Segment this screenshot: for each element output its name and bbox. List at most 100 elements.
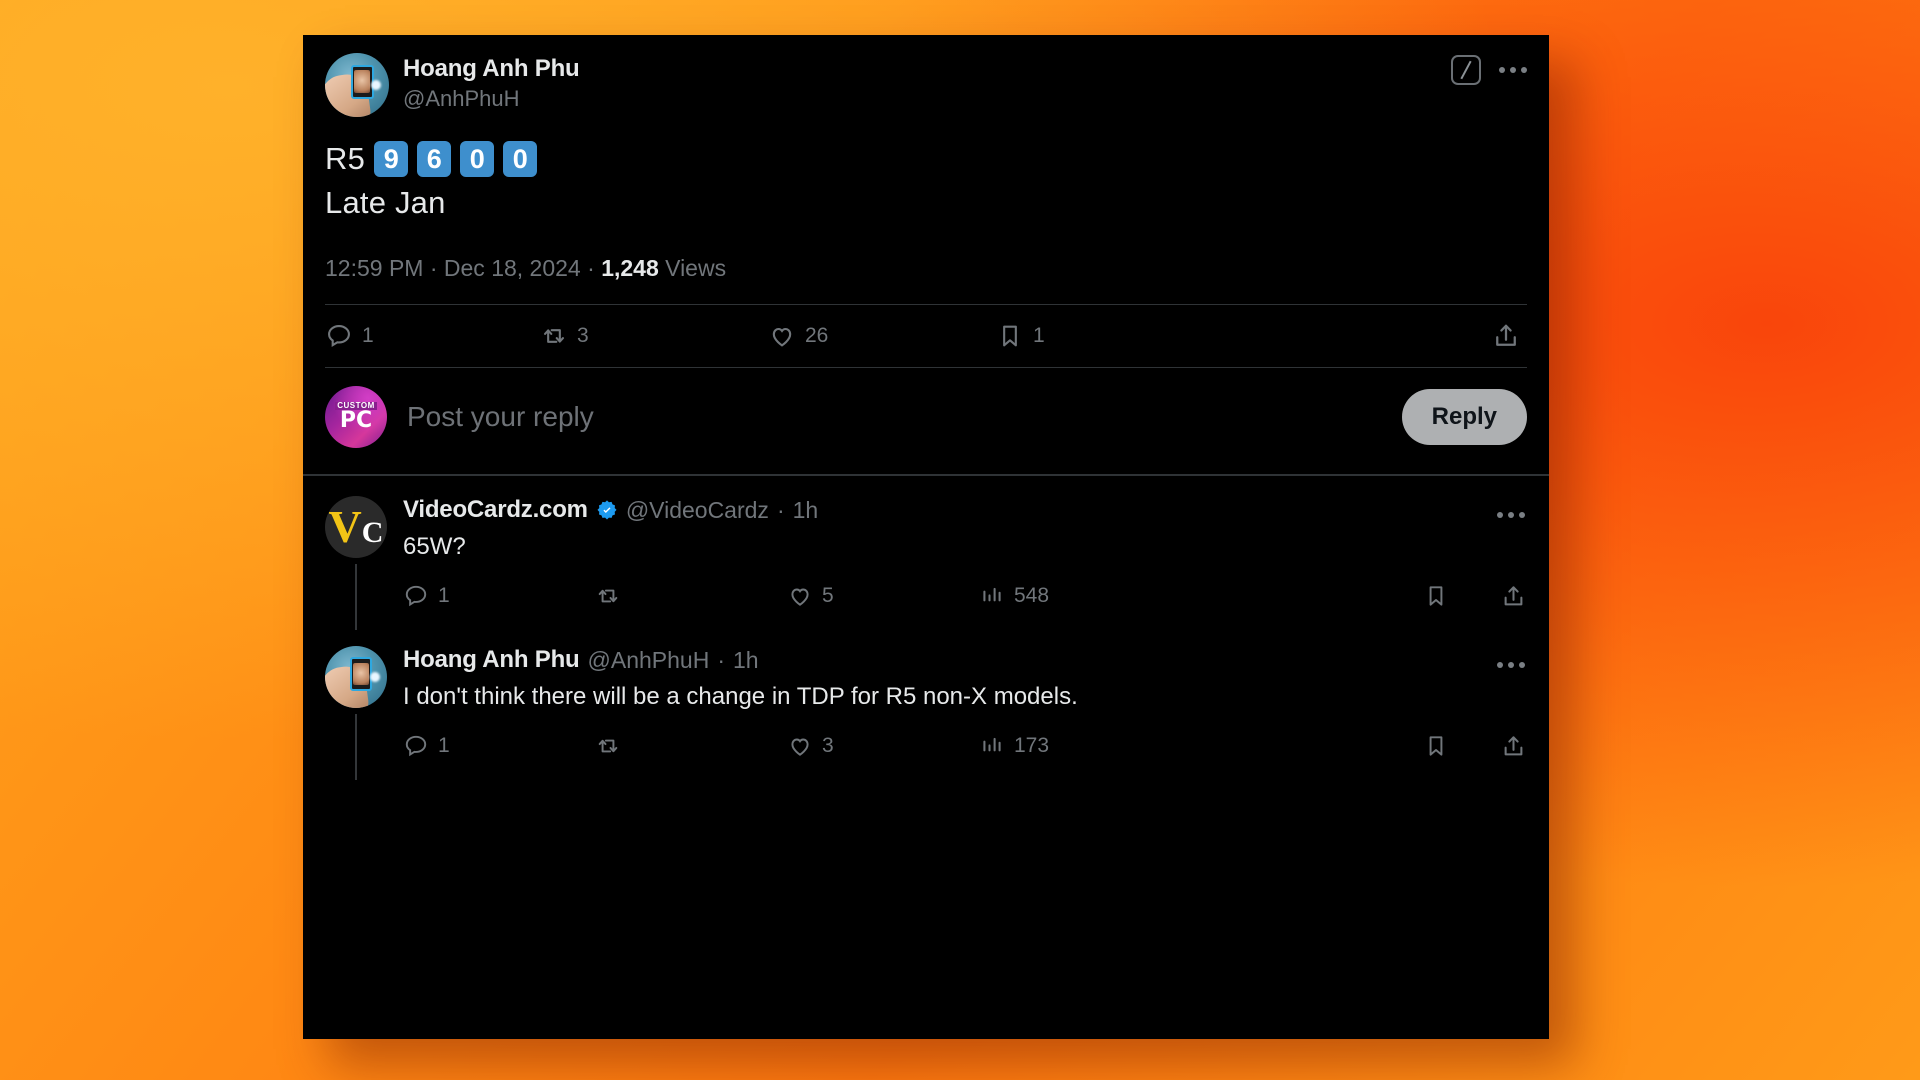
digit-box-1: 9 <box>374 141 409 177</box>
reply-item-videocardz: VC VideoCardz.com @VideoCardz · 1h 65W? <box>303 476 1549 631</box>
custom-pc-logo-bottom: PC <box>339 408 373 433</box>
grok-slash-icon[interactable] <box>1451 55 1481 85</box>
reply-handle[interactable]: @AnhPhuH <box>588 647 710 674</box>
reply-action-like[interactable]: 3 <box>787 733 979 759</box>
reply-action-share[interactable] <box>1500 733 1527 760</box>
comment-icon <box>403 583 429 609</box>
retweet-action[interactable]: 3 <box>540 322 768 350</box>
avatar-art-phone <box>349 657 373 691</box>
like-count: 26 <box>805 324 829 347</box>
views-bars-icon <box>979 583 1005 609</box>
reply-timestamp-separator: · <box>717 646 725 673</box>
custom-pc-logo: CUSTOM PC <box>335 402 377 432</box>
reply-action-retweet[interactable] <box>595 733 787 759</box>
avatar-art-highlight <box>371 79 382 91</box>
reply-timestamp-separator: · <box>776 496 785 523</box>
tweet-detail-card: Hoang Anh Phu @AnhPhuH R5 9 6 0 0 Late J… <box>303 35 1549 1039</box>
main-tweet-header-actions <box>1451 55 1529 85</box>
retweet-icon <box>540 322 568 350</box>
share-icon <box>1500 583 1527 610</box>
tweet-meta-line: 12:59 PM · Dec 18, 2024 · 1,248 Views <box>325 255 1527 282</box>
tweet-views-count: 1,248 <box>601 255 659 281</box>
author-names: Hoang Anh Phu @AnhPhuH <box>403 53 580 114</box>
heart-icon <box>787 733 813 759</box>
reply-count: 1 <box>362 324 374 347</box>
verified-badge-icon <box>596 499 618 521</box>
reply-action-share[interactable] <box>1500 583 1527 610</box>
reply-item-hoang-anh-phu: Hoang Anh Phu @AnhPhuH · 1h I don't thin… <box>303 626 1549 781</box>
thread-connector-line <box>355 564 357 631</box>
reply-display-name[interactable]: Hoang Anh Phu <box>403 646 580 674</box>
reply-action-retweet[interactable] <box>595 583 787 609</box>
reply-more-options-icon[interactable] <box>1495 502 1527 528</box>
avatar-art-highlight <box>369 672 380 683</box>
like-action[interactable]: 26 <box>768 322 996 350</box>
retweet-count: 3 <box>577 324 589 347</box>
reply-content: VideoCardz.com @VideoCardz · 1h 65W? 1 5… <box>403 496 1527 626</box>
reply-display-name[interactable]: VideoCardz.com <box>403 496 588 524</box>
reply-action-views-count: 173 <box>1014 734 1050 758</box>
digit-box-3: 0 <box>460 141 495 177</box>
reply-timestamp[interactable]: 1h <box>793 497 819 524</box>
main-tweet-action-bar: 1 3 26 1 <box>325 305 1527 367</box>
reply-action-bar: 1 <box>403 566 1527 626</box>
reply-author-row: VideoCardz.com @VideoCardz · 1h <box>403 496 1527 524</box>
reply-action-reply[interactable]: 1 <box>403 733 595 759</box>
tweet-views-label: Views <box>665 255 727 281</box>
reply-action-bookmark[interactable] <box>1423 733 1458 759</box>
tweet-text-line-1: R5 9 6 0 0 <box>325 141 1527 177</box>
share-icon <box>1491 321 1521 351</box>
reply-text: I don't think there will be a change in … <box>403 683 1078 711</box>
retweet-icon <box>595 583 621 609</box>
tweet-text-line-2: Late Jan <box>325 185 446 220</box>
digit-box-2: 6 <box>417 141 452 177</box>
main-tweet-body: R5 9 6 0 0 Late Jan 12:59 PM · Dec 18, 2… <box>325 141 1527 282</box>
bookmark-count: 1 <box>1033 324 1045 347</box>
reply-content: Hoang Anh Phu @AnhPhuH · 1h I don't thin… <box>403 646 1527 776</box>
tweet-date: Dec 18, 2024 <box>443 255 581 281</box>
reply-action-views[interactable]: 173 <box>979 733 1171 759</box>
reply-text: 65W? <box>403 533 466 560</box>
retweet-icon <box>595 733 621 759</box>
author-display-name[interactable]: Hoang Anh Phu <box>403 55 580 83</box>
reply-action-reply-count: 1 <box>438 734 450 758</box>
bookmark-icon <box>1423 583 1449 609</box>
reply-more-options-icon[interactable] <box>1495 652 1527 678</box>
comment-icon <box>325 322 353 350</box>
reply-action-views[interactable]: 548 <box>979 583 1171 609</box>
reply-handle[interactable]: @VideoCardz <box>626 497 769 524</box>
avatar-custom-pc[interactable]: CUSTOM PC <box>325 386 387 448</box>
more-options-icon[interactable] <box>1497 57 1529 83</box>
tweet-time: 12:59 PM <box>325 255 424 281</box>
reply-timestamp[interactable]: 1h <box>733 647 759 674</box>
reply-author-row: Hoang Anh Phu @AnhPhuH · 1h <box>403 646 1527 674</box>
avatar-hoang-anh-phu[interactable] <box>325 646 387 709</box>
reply-composer[interactable]: CUSTOM PC Post your reply Reply <box>303 368 1549 474</box>
avatar-art-phone <box>350 64 374 100</box>
reply-action-bookmark[interactable] <box>1423 583 1458 609</box>
meta-separator-1: · <box>429 255 438 281</box>
reply-action-bar: 1 <box>403 716 1527 776</box>
bookmark-icon <box>1423 733 1449 759</box>
main-tweet: Hoang Anh Phu @AnhPhuH R5 9 6 0 0 Late J… <box>303 35 1549 368</box>
reply-action-like[interactable]: 5 <box>787 583 979 609</box>
divider-below-actions <box>325 367 1527 368</box>
reply-input-placeholder[interactable]: Post your reply <box>407 401 1402 433</box>
avatar-videocardz[interactable]: VC <box>325 496 387 558</box>
heart-icon <box>768 322 796 350</box>
reply-submit-button[interactable]: Reply <box>1401 389 1527 445</box>
views-bars-icon <box>979 733 1005 759</box>
share-icon <box>1500 733 1527 760</box>
share-action[interactable] <box>1491 321 1521 351</box>
avatar-hoang-anh-phu[interactable] <box>325 53 389 117</box>
reply-action-like-count: 3 <box>822 734 834 758</box>
reply-action-reply-count: 1 <box>438 584 450 608</box>
reply-action-reply[interactable]: 1 <box>403 583 595 609</box>
author-handle[interactable]: @AnhPhuH <box>403 85 580 114</box>
digit-box-4: 0 <box>503 141 538 177</box>
thread-connector-line <box>355 714 357 781</box>
bookmark-action[interactable]: 1 <box>996 322 1491 350</box>
videocardz-logo-mark: VC <box>328 501 384 552</box>
reply-action-views-count: 548 <box>1014 584 1050 608</box>
reply-action[interactable]: 1 <box>325 322 540 350</box>
